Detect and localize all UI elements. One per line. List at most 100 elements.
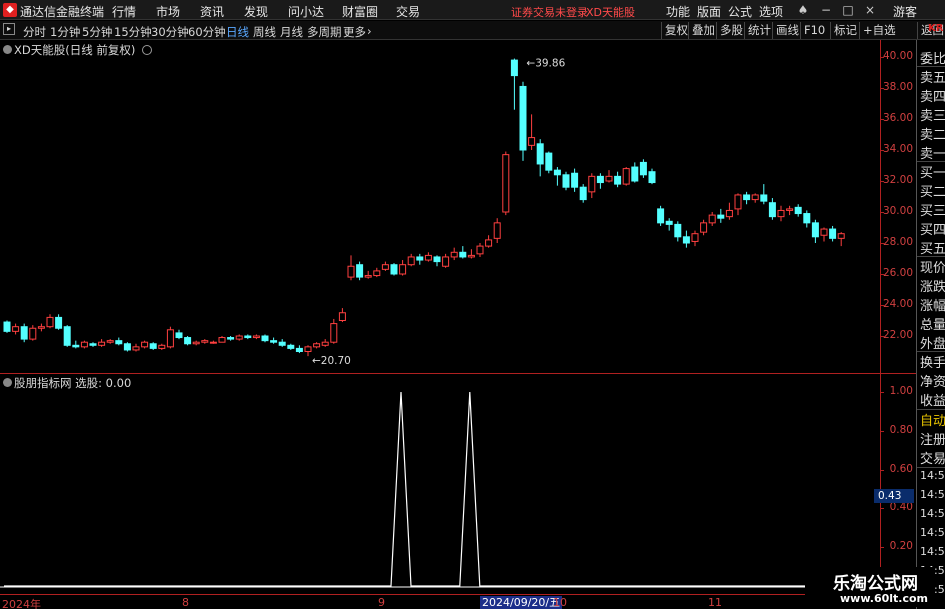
label-buy1: 买一 <box>920 166 945 181</box>
candle-body <box>313 343 321 348</box>
menu-shichang[interactable]: 市场 <box>156 3 180 20</box>
menu-hangqing[interactable]: 行情 <box>112 3 136 20</box>
time-axis <box>0 594 880 609</box>
candle-body <box>149 343 157 349</box>
menu-caifuquan[interactable]: 财富圈 <box>342 3 378 20</box>
candle-body <box>829 228 837 239</box>
indicator-tick-mark <box>881 392 884 393</box>
settings-icon[interactable] <box>142 45 153 55</box>
candle-body <box>407 256 415 266</box>
indicator-tick-mark <box>881 430 884 432</box>
label-buy4: 买四 <box>920 223 945 238</box>
candle-body <box>811 222 819 238</box>
price-tick-mark <box>881 181 884 182</box>
menu-faxian[interactable]: 发现 <box>244 3 268 20</box>
candle-body <box>166 329 174 348</box>
menu-wenxiaoda[interactable]: 问小达 <box>288 3 324 20</box>
candle-body <box>330 323 338 343</box>
candle-body <box>390 264 398 275</box>
indicator-tick-mark <box>881 469 884 471</box>
quote-side-panel: 委比 卖五 卖四 卖三 卖二 卖一 买一 买二 买三 买四 买五 现价 涨跌 涨… <box>916 40 945 609</box>
candle-body <box>244 335 252 339</box>
candle-body <box>399 264 407 275</box>
period-1min[interactable]: 1分钟 <box>50 24 80 40</box>
close-icon[interactable]: × <box>862 2 878 18</box>
period-fenshi[interactable]: 分时 <box>23 24 46 40</box>
f10-button[interactable]: F10 <box>800 22 828 39</box>
add-watchlist-button[interactable]: +自选 <box>859 22 899 39</box>
candle-body <box>252 335 260 339</box>
period-daily[interactable]: 日线 <box>226 24 249 40</box>
period-monthly[interactable]: 月线 <box>280 24 303 40</box>
price-tick: 26.00 <box>882 267 913 279</box>
candle-body <box>485 239 493 247</box>
trade-login-warning[interactable]: 证券交易未登录 <box>511 4 588 20</box>
label-trade[interactable]: 交易 <box>920 448 945 467</box>
x-tick-2024: 2024年 <box>2 598 41 609</box>
draw-line-button[interactable]: 画线 <box>772 22 802 39</box>
overlay-button[interactable]: 叠加 <box>688 22 718 39</box>
mark-button[interactable]: 标记 <box>830 22 860 39</box>
indicator-tick: 0.20 <box>889 540 913 553</box>
candle-body <box>536 143 544 165</box>
candle-body <box>571 172 579 188</box>
label-auto[interactable]: 自动 <box>920 410 945 429</box>
indicator-chart[interactable] <box>0 374 880 594</box>
minimize-icon[interactable]: − <box>818 2 834 18</box>
candle-body <box>270 340 278 343</box>
label-register[interactable]: 注册 <box>920 429 945 448</box>
stats-button[interactable]: 统计 <box>744 22 774 39</box>
indicator-line <box>4 391 880 587</box>
candle-body <box>777 209 785 218</box>
candle-body <box>20 326 28 340</box>
candle-body <box>519 85 527 151</box>
fuquan-button[interactable]: 复权 <box>661 22 691 39</box>
candle-body <box>442 256 450 267</box>
menu-gongneng[interactable]: 功能 <box>666 3 690 20</box>
candle-body <box>373 270 381 277</box>
menu-zixun[interactable]: 资讯 <box>200 3 224 20</box>
candle-body <box>338 312 346 321</box>
candle-body <box>502 154 510 213</box>
user-label[interactable]: 游客 <box>893 3 917 20</box>
indicator-title: 股朋指标网 选股: 0.00 <box>3 375 131 391</box>
indicator-tick: 0.40 <box>889 501 913 514</box>
period-60min[interactable]: 60分钟 <box>188 24 226 40</box>
period-more[interactable]: 更多 <box>343 24 366 40</box>
candle-body <box>184 337 192 345</box>
price-tick-mark <box>881 150 884 151</box>
candle-body <box>287 344 295 349</box>
maximize-icon[interactable]: □ <box>840 2 856 18</box>
current-stock-name: XD天能股 <box>586 6 636 19</box>
period-5min[interactable]: 5分钟 <box>82 24 112 40</box>
chevron-right-icon[interactable]: › <box>367 24 372 38</box>
collapse-icon[interactable] <box>3 378 12 387</box>
candle-body <box>356 264 364 278</box>
menu-xuanxiang[interactable]: 选项 <box>759 3 783 20</box>
collapse-icon[interactable] <box>3 45 12 54</box>
candle-body <box>622 168 630 185</box>
menu-gongshi[interactable]: 公式 <box>728 3 752 20</box>
shirt-icon[interactable]: ♠ <box>795 2 811 18</box>
high-price-label: ←39.86 <box>526 58 565 70</box>
candle-body <box>295 347 303 352</box>
tick-time: 14:56 <box>920 526 945 539</box>
menu-jiaoyi[interactable]: 交易 <box>396 3 420 20</box>
candle-body <box>493 222 501 239</box>
price-tick: 32.00 <box>882 174 913 186</box>
period-weekly[interactable]: 周线 <box>253 24 276 40</box>
menu-banmian[interactable]: 版面 <box>697 3 721 20</box>
candle-body <box>321 341 329 346</box>
period-30min[interactable]: 30分钟 <box>151 24 189 40</box>
period-multi[interactable]: 多周期 <box>307 24 342 40</box>
period-15min[interactable]: 15分钟 <box>114 24 152 40</box>
candlestick-chart[interactable]: ←39.86 ←20.70 <box>0 40 880 373</box>
candle-body <box>700 222 708 233</box>
indicator-title-text: 股朋指标网 选股: 0.00 <box>14 376 132 390</box>
price-tick-mark <box>881 212 884 213</box>
candle-body <box>803 213 811 224</box>
indicator-tick: 1.00 <box>889 385 913 397</box>
toggle-panel-icon[interactable]: ▸ <box>3 23 15 35</box>
multi-stock-button[interactable]: 多股 <box>716 22 746 39</box>
candle-body <box>639 161 647 176</box>
